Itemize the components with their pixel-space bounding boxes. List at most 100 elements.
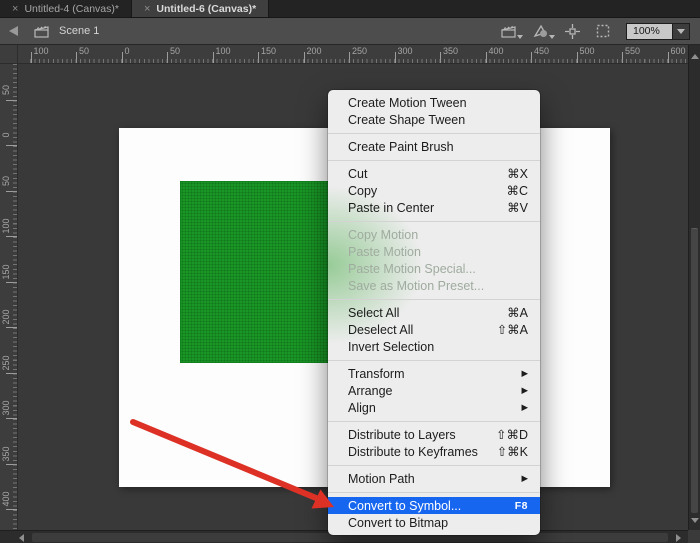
- menu-separator: [328, 294, 540, 304]
- menu-item-shortcut: ⌘A: [507, 305, 528, 320]
- ruler-major-tick: [304, 52, 305, 63]
- edit-symbols-icon[interactable]: [533, 24, 549, 38]
- scroll-right-icon[interactable]: [676, 534, 681, 542]
- menu-item-distribute-to-layers[interactable]: Distribute to Layers⇧⌘D: [328, 426, 540, 443]
- zoom-control: 100%: [626, 23, 690, 40]
- tab-close-icon[interactable]: ×: [144, 3, 150, 15]
- tab-label: Untitled-4 (Canvas)*: [24, 3, 119, 15]
- menu-item-paste-in-center[interactable]: Paste in Center ⌘V: [328, 199, 540, 216]
- edit-scene-icon[interactable]: [501, 25, 517, 38]
- vertical-scrollbar-thumb[interactable]: [691, 228, 698, 513]
- menu-separator: [328, 416, 540, 426]
- scroll-up-icon[interactable]: [691, 54, 699, 59]
- ruler-label: 50: [0, 166, 12, 196]
- menu-item-shortcut: ⇧⌘A: [497, 322, 528, 337]
- ruler-label: 450: [534, 46, 549, 56]
- ruler-label: 550: [625, 46, 640, 56]
- center-frame-icon[interactable]: [565, 24, 580, 39]
- ruler-major-tick: [349, 52, 350, 63]
- ruler-label: 200: [0, 302, 12, 332]
- ruler-label: 50: [79, 46, 89, 56]
- edit-bar: Scene 1: [0, 18, 700, 45]
- menu-item-cut[interactable]: Cut⌘X: [328, 165, 540, 182]
- ruler-label: 400: [0, 484, 12, 514]
- menu-item-label: Convert to Symbol...: [348, 499, 505, 513]
- scene-breadcrumb[interactable]: Scene 1: [59, 25, 99, 37]
- clip-content-icon[interactable]: [596, 24, 610, 38]
- ruler-label: 400: [489, 46, 504, 56]
- ruler-major-tick: [213, 52, 214, 63]
- ruler-major-tick: [31, 52, 32, 63]
- ruler-major-tick: [76, 52, 77, 63]
- ruler-label: 200: [307, 46, 322, 56]
- menu-item-copy[interactable]: Copy⌘C: [328, 182, 540, 199]
- menu-item-invert-selection[interactable]: Invert Selection: [328, 338, 540, 355]
- document-tab-1[interactable]: × Untitled-4 (Canvas)*: [0, 0, 132, 17]
- ruler-label: 50: [170, 46, 180, 56]
- ruler-label: 100: [216, 46, 231, 56]
- menu-separator: [328, 355, 540, 365]
- menu-item-deselect-all[interactable]: Deselect All ⇧⌘A: [328, 321, 540, 338]
- ruler-major-tick: [486, 52, 487, 63]
- menu-item-create-paint-brush[interactable]: Create Paint Brush: [328, 138, 540, 155]
- menu-item-label: Arrange: [348, 384, 511, 398]
- ruler-label: 50: [0, 75, 12, 105]
- zoom-value-field[interactable]: 100%: [626, 23, 673, 40]
- scroll-left-icon[interactable]: [19, 534, 24, 542]
- ruler-major-tick: [258, 52, 259, 63]
- menu-item-label: Paste Motion Special...: [348, 262, 528, 276]
- ruler-label: 300: [0, 393, 12, 423]
- menu-item-label: Cut: [348, 167, 497, 181]
- menu-separator: [328, 155, 540, 165]
- menu-item-label: Transform: [348, 367, 511, 381]
- menu-item-label: Deselect All: [348, 323, 487, 337]
- vertical-scrollbar[interactable]: [688, 45, 700, 530]
- menu-item-paste-motion-special: Paste Motion Special...: [328, 260, 540, 277]
- ruler-label: 150: [261, 46, 276, 56]
- menu-item-label: Distribute to Layers: [348, 428, 486, 442]
- ruler-corner: [0, 45, 18, 64]
- document-tab-2[interactable]: ×Untitled-6 (Canvas)*: [132, 0, 269, 17]
- menu-item-label: Create Shape Tween: [348, 113, 528, 127]
- back-arrow-icon[interactable]: [9, 26, 18, 36]
- submenu-arrow-icon: ▶: [521, 385, 528, 396]
- menu-item-copy-motion: Copy Motion: [328, 226, 540, 243]
- menu-item-distribute-to-keyframes[interactable]: Distribute to Keyframes⇧⌘K: [328, 443, 540, 460]
- zoom-dropdown-button[interactable]: [673, 23, 690, 40]
- menu-item-label: Select All: [348, 306, 497, 320]
- menu-item-label: Convert to Bitmap: [348, 516, 528, 530]
- menu-item-select-all[interactable]: Select All ⌘A: [328, 304, 540, 321]
- menu-item-label: Paste in Center: [348, 201, 497, 215]
- ruler-label: 350: [0, 439, 12, 469]
- menu-item-label: Paste Motion: [348, 245, 528, 259]
- menu-item-arrange[interactable]: Arrange ▶: [328, 382, 540, 399]
- horizontal-ruler: 1005005010015020025030035040045050055060…: [18, 45, 688, 64]
- ruler-label: 100: [34, 46, 49, 56]
- ruler-label: 250: [352, 46, 367, 56]
- ruler-major-tick: [122, 52, 123, 63]
- ruler-major-tick: [395, 52, 396, 63]
- context-menu: Create Motion Tween Create Shape Tween Cre…: [328, 90, 540, 535]
- menu-item-convert-to-bitmap[interactable]: Convert to Bitmap: [328, 514, 540, 531]
- scroll-down-icon[interactable]: [691, 518, 699, 523]
- ruler-label: 300: [398, 46, 413, 56]
- ruler-label: 100: [0, 211, 12, 241]
- tab-close-icon[interactable]: ×: [12, 3, 18, 15]
- selected-green-rectangle[interactable]: [180, 181, 344, 363]
- menu-item-create-motion-tween[interactable]: Create Motion Tween: [328, 94, 540, 111]
- menu-item-align[interactable]: Align▶: [328, 399, 540, 416]
- menu-item-motion-path[interactable]: Motion Path▶: [328, 470, 540, 487]
- menu-item-shortcut: ⌘V: [507, 200, 528, 215]
- menu-item-convert-to-symbol[interactable]: Convert to Symbol...F8: [328, 497, 540, 514]
- menu-item-label: Invert Selection: [348, 340, 528, 354]
- ruler-label: 350: [443, 46, 458, 56]
- ruler-major-tick: [577, 52, 578, 63]
- submenu-arrow-icon: ▶: [521, 473, 528, 484]
- menu-item-transform[interactable]: Transform ▶: [328, 365, 540, 382]
- menu-separator: [328, 487, 540, 497]
- ruler-major-tick: [531, 52, 532, 63]
- ruler-major-tick: [668, 52, 669, 63]
- ruler-label: 250: [0, 348, 12, 378]
- menu-item-create-shape-tween[interactable]: Create Shape Tween: [328, 111, 540, 128]
- submenu-arrow-icon: ▶: [521, 368, 528, 379]
